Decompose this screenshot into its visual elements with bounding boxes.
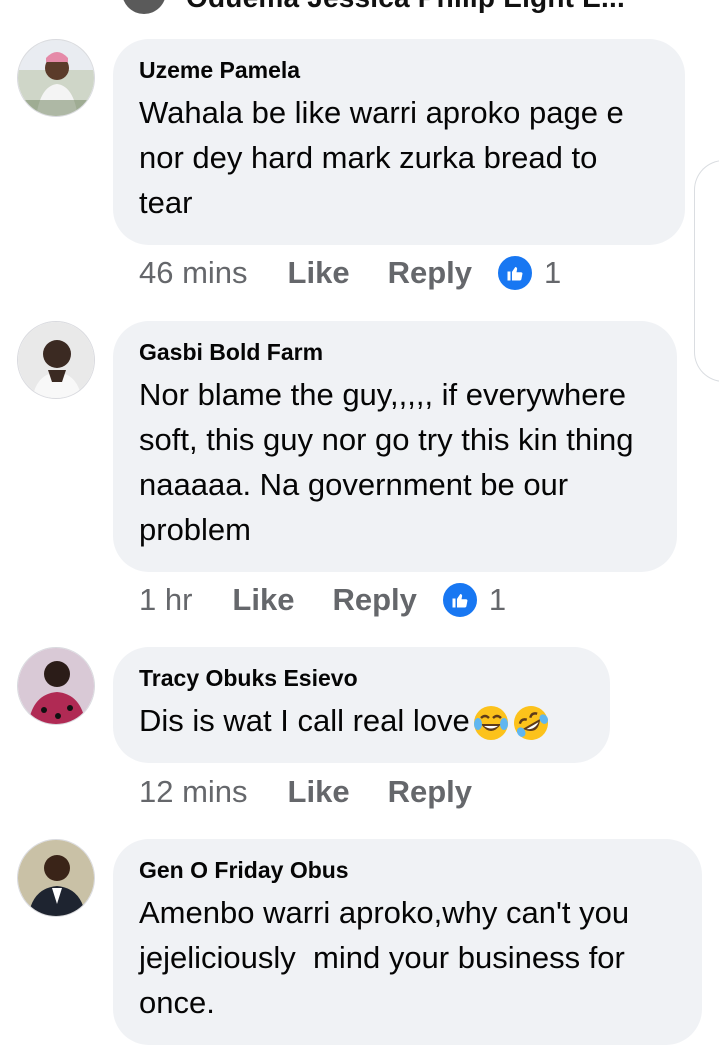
comment-author[interactable]: Gen O Friday Obus (139, 857, 676, 884)
comment-time[interactable]: 46 mins (139, 255, 248, 291)
reaction-count: 1 (544, 255, 562, 290)
side-panel-edge (694, 160, 719, 382)
comment-text: Wahala be like warri aproko page e nor d… (139, 95, 624, 220)
like-button[interactable]: Like (288, 255, 350, 291)
avatar[interactable] (17, 39, 95, 117)
comment-actions: 46 mins Like Reply 1 (139, 253, 561, 293)
comment-bubble: Gasbi Bold Farm Nor blame the guy,,,,, i… (113, 321, 677, 572)
tears-of-joy-emoji (472, 704, 510, 742)
comment-bubble: Uzeme Pamela Wahala be like warri aproko… (113, 39, 685, 245)
comment-text: Nor blame the guy,,,,, if everywhere sof… (139, 377, 634, 547)
avatar[interactable] (17, 321, 95, 399)
comment-bubble: Gen O Friday Obus Amenbo warri aproko,wh… (113, 839, 702, 1045)
comment-actions: 12 mins Like Reply (139, 772, 472, 812)
rolling-laughing-emoji (512, 704, 550, 742)
comment-actions: 1 hr Like Reply 1 (139, 580, 506, 620)
avatar[interactable] (17, 839, 95, 917)
comment-author[interactable]: Tracy Obuks Esievo (139, 665, 584, 692)
comment-bubble: Tracy Obuks Esievo Dis is wat I call rea… (113, 647, 610, 763)
comment-text: Dis is wat I call real love (139, 703, 470, 738)
reply-button[interactable]: Reply (332, 582, 416, 618)
like-button[interactable]: Like (232, 582, 294, 618)
comment-time[interactable]: 12 mins (139, 774, 248, 810)
comment-time[interactable]: 1 hr (139, 582, 192, 618)
reaction-count: 1 (488, 582, 507, 617)
previous-comment-text: Oduema Jessica Philip Eight E... (186, 0, 625, 14)
comment-author[interactable]: Uzeme Pamela (139, 57, 659, 84)
reply-button[interactable]: Reply (388, 255, 472, 291)
thumbs-up-icon (440, 581, 479, 619)
reaction-summary[interactable]: 1 (496, 254, 561, 292)
comment-text-line: Dis is wat I call real love (139, 698, 584, 743)
comment-text: Amenbo warri aproko,why can't you jejeli… (139, 895, 638, 1020)
avatar[interactable] (17, 647, 95, 725)
comment-author[interactable]: Gasbi Bold Farm (139, 339, 651, 366)
avatar[interactable] (122, 0, 166, 14)
reaction-summary[interactable]: 1 (440, 581, 507, 619)
previous-comment-partial: Oduema Jessica Philip Eight E... (0, 0, 719, 14)
reply-button[interactable]: Reply (388, 774, 472, 810)
like-button[interactable]: Like (288, 774, 350, 810)
thumbs-up-icon (496, 254, 534, 292)
